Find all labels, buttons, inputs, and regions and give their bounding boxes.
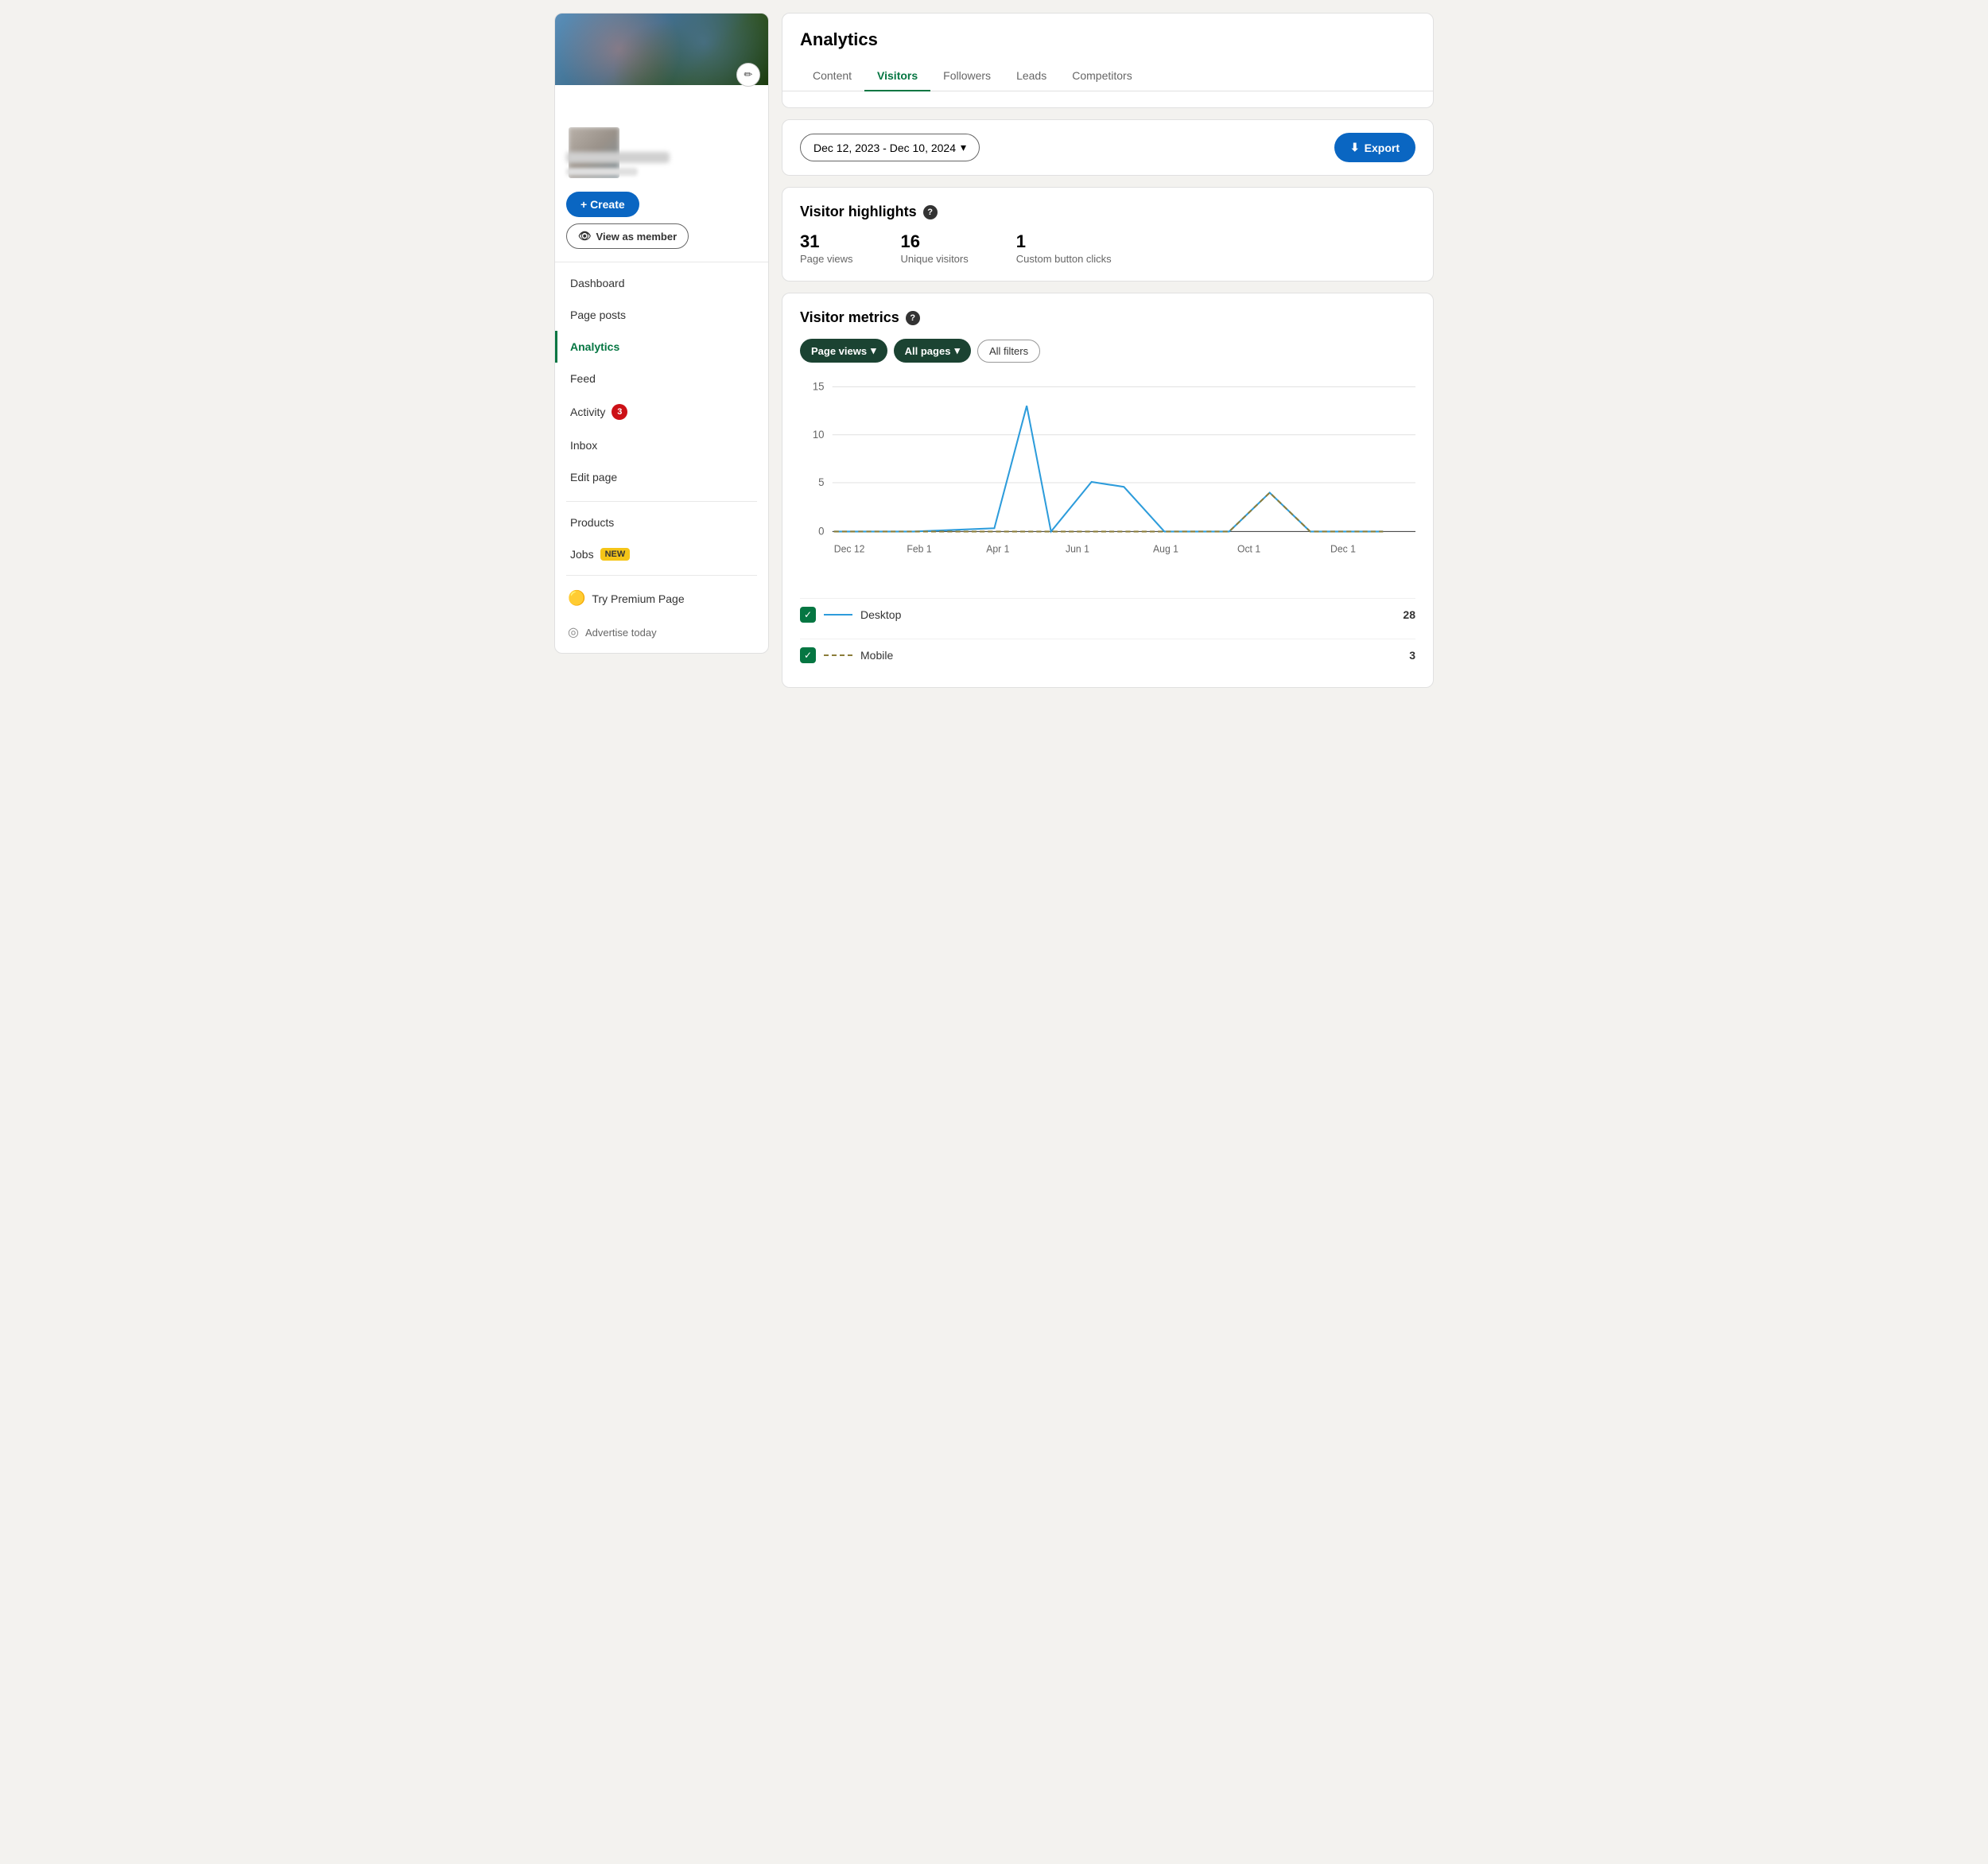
- sidebar-item-edit-page[interactable]: Edit page: [555, 461, 768, 493]
- sidebar-nav: Dashboard Page posts Analytics Feed Acti…: [555, 264, 768, 496]
- chart-svg: 15 10 5 0 Dec 12 Feb 1 Apr 1 Jun 1 Aug 1…: [800, 379, 1415, 585]
- chart-legend: ✓ Desktop 28 ✓ Mobile 3: [800, 598, 1415, 671]
- date-range-button[interactable]: Dec 12, 2023 - Dec 10, 2024 ▾: [800, 134, 980, 161]
- mobile-count: 3: [1409, 649, 1415, 662]
- chevron-down-icon: ▾: [871, 344, 876, 357]
- eye-icon: 👁: [578, 230, 592, 243]
- export-button[interactable]: ⬇ Export: [1334, 133, 1415, 162]
- desktop-legend-label: Desktop: [860, 608, 901, 621]
- analytics-tabs: Content Visitors Followers Leads Competi…: [782, 61, 1433, 91]
- sidebar-item-inbox[interactable]: Inbox: [555, 429, 768, 461]
- tab-followers[interactable]: Followers: [930, 61, 1004, 91]
- svg-text:Feb 1: Feb 1: [907, 543, 931, 554]
- svg-text:Apr 1: Apr 1: [986, 543, 1009, 554]
- all-pages-filter-button[interactable]: All pages ▾: [894, 339, 971, 363]
- mobile-checkbox[interactable]: ✓: [800, 647, 816, 663]
- svg-text:Dec 1: Dec 1: [1330, 543, 1356, 554]
- sidebar-actions: + Create 👁 View as member: [555, 184, 768, 260]
- legend-desktop: ✓ Desktop 28: [800, 598, 1415, 631]
- advertise-icon: ◎: [568, 624, 579, 640]
- sidebar-divider-3: [566, 575, 757, 576]
- sidebar-item-activity[interactable]: Activity 3: [555, 394, 768, 429]
- desktop-line-indicator: [824, 614, 852, 616]
- metrics-help-icon[interactable]: ?: [906, 311, 920, 325]
- legend-mobile: ✓ Mobile 3: [800, 639, 1415, 671]
- checkmark-icon: ✓: [804, 609, 812, 620]
- sidebar-item-feed[interactable]: Feed: [555, 363, 768, 394]
- sidebar-item-page-posts[interactable]: Page posts: [555, 299, 768, 331]
- advertise-today-item[interactable]: ◎ Advertise today: [555, 616, 768, 653]
- mobile-line-indicator: [824, 654, 852, 656]
- legend-desktop-left: ✓ Desktop: [800, 607, 901, 623]
- try-premium-item[interactable]: 🟡 Try Premium Page: [555, 581, 768, 616]
- mobile-legend-label: Mobile: [860, 649, 893, 662]
- svg-text:Dec 12: Dec 12: [834, 543, 865, 554]
- tab-content[interactable]: Content: [800, 61, 864, 91]
- svg-text:5: 5: [818, 476, 824, 488]
- tab-visitors[interactable]: Visitors: [864, 61, 930, 91]
- edit-icon: ✏: [744, 68, 753, 81]
- highlights-title: Visitor highlights ?: [800, 204, 1415, 220]
- sidebar-item-jobs[interactable]: Jobs NEW: [555, 538, 768, 570]
- stat-page-views: 31 Page views: [800, 231, 852, 265]
- tab-competitors[interactable]: Competitors: [1059, 61, 1144, 91]
- all-filters-button[interactable]: All filters: [977, 340, 1040, 363]
- jobs-badge: NEW: [600, 548, 631, 561]
- chevron-down-icon: ▾: [954, 344, 960, 357]
- svg-text:Jun 1: Jun 1: [1066, 543, 1089, 554]
- svg-text:10: 10: [813, 429, 825, 441]
- highlights-help-icon[interactable]: ?: [923, 205, 938, 219]
- stat-custom-button-clicks: 1 Custom button clicks: [1016, 231, 1112, 265]
- analytics-tabs-card: Analytics Content Visitors Followers Lea…: [782, 13, 1434, 108]
- svg-text:Aug 1: Aug 1: [1153, 543, 1178, 554]
- checkmark-icon: ✓: [804, 650, 812, 661]
- tab-leads[interactable]: Leads: [1004, 61, 1059, 91]
- desktop-line: [834, 406, 1383, 531]
- date-range-label: Dec 12, 2023 - Dec 10, 2024: [813, 142, 956, 154]
- legend-mobile-left: ✓ Mobile: [800, 647, 893, 663]
- visitor-metrics-card: Visitor metrics ? Page views ▾ All pages…: [782, 293, 1434, 688]
- sidebar-divider-2: [566, 501, 757, 502]
- chevron-down-icon: ▾: [961, 141, 966, 154]
- svg-text:0: 0: [818, 525, 824, 537]
- desktop-count: 28: [1403, 608, 1415, 621]
- mobile-line: [834, 493, 1383, 532]
- date-filter-row: Dec 12, 2023 - Dec 10, 2024 ▾ ⬇ Export: [782, 119, 1434, 176]
- svg-text:15: 15: [813, 380, 825, 392]
- metrics-filters: Page views ▾ All pages ▾ All filters: [800, 339, 1415, 363]
- svg-text:Oct 1: Oct 1: [1237, 543, 1260, 554]
- edit-logo-button[interactable]: ✏: [736, 63, 760, 87]
- download-icon: ⬇: [1350, 141, 1360, 154]
- activity-badge: 3: [612, 404, 627, 420]
- desktop-checkbox[interactable]: ✓: [800, 607, 816, 623]
- visitor-metrics-chart: 15 10 5 0 Dec 12 Feb 1 Apr 1 Jun 1 Aug 1…: [800, 379, 1415, 585]
- company-subtitle: [566, 168, 638, 176]
- sidebar-item-dashboard[interactable]: Dashboard: [555, 267, 768, 299]
- stat-unique-visitors: 16 Unique visitors: [900, 231, 968, 265]
- sidebar-item-analytics[interactable]: Analytics: [555, 331, 768, 363]
- create-button[interactable]: + Create: [566, 192, 639, 217]
- page-views-filter-button[interactable]: Page views ▾: [800, 339, 887, 363]
- sidebar: ✏ + Create 👁 View as member Dashboard Pa…: [554, 13, 769, 654]
- metrics-title: Visitor metrics ?: [800, 309, 1415, 326]
- visitor-highlights-card: Visitor highlights ? 31 Page views 16 Un…: [782, 187, 1434, 282]
- main-content: Analytics Content Visitors Followers Lea…: [782, 13, 1434, 688]
- company-name: [566, 152, 670, 163]
- premium-icon: 🟡: [568, 590, 585, 607]
- analytics-page-title: Analytics: [800, 29, 1415, 50]
- highlights-stats: 31 Page views 16 Unique visitors 1 Custo…: [800, 231, 1415, 265]
- view-as-member-button[interactable]: 👁 View as member: [566, 223, 689, 249]
- sidebar-item-products[interactable]: Products: [555, 507, 768, 538]
